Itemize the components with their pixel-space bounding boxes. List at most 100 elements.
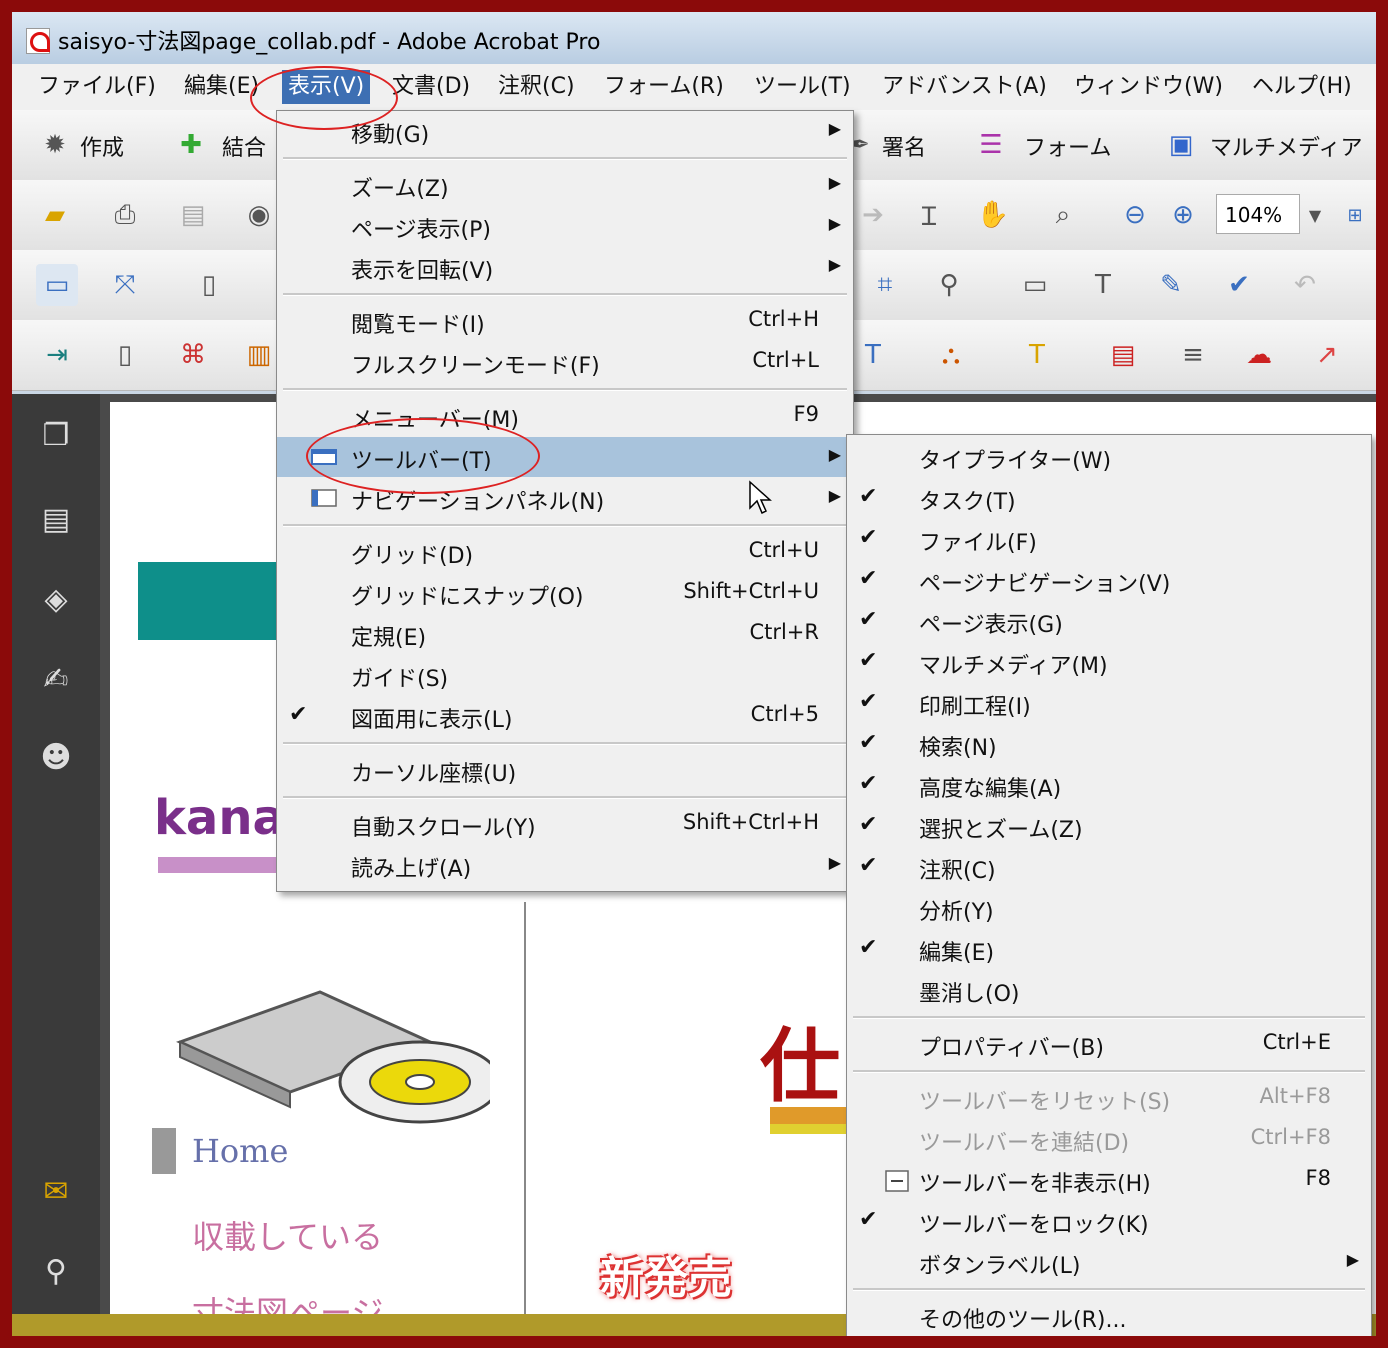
combine-button[interactable]: 結合	[222, 130, 266, 162]
open-folder-icon[interactable]: ▰	[34, 194, 76, 236]
export-icon[interactable]: ⇥	[36, 334, 78, 376]
menu-comments[interactable]: 注釈(C)	[492, 70, 581, 104]
submenu-item-print-production[interactable]: ✔ 印刷工程(I)	[847, 683, 1371, 723]
search-binoculars-icon[interactable]: ◉	[238, 194, 280, 236]
attachments-panel-icon[interactable]: ☻	[38, 740, 74, 780]
highlight-icon[interactable]: T	[1016, 334, 1058, 376]
menu-item-drawing-view[interactable]: ✔ 図面用に表示(L) Ctrl+5	[277, 696, 853, 736]
submenu-item-button-labels[interactable]: ボタンラベル(L) ▶	[847, 1242, 1371, 1282]
menu-item-reading-mode[interactable]: 閲覧モード(I) Ctrl+H	[277, 301, 853, 341]
menu-edit[interactable]: 編集(E)	[178, 70, 265, 104]
continuous-page-icon[interactable]: ▯	[188, 264, 230, 306]
zoom-out-icon[interactable]: ⊖	[1114, 194, 1156, 236]
submenu-item-select-zoom[interactable]: ✔ 選択とズーム(Z)	[847, 806, 1371, 846]
create-icon[interactable]: ✹	[34, 124, 76, 166]
menu-item-zoom[interactable]: ズーム(Z) ▶	[277, 165, 853, 205]
submenu-item-more-tools[interactable]: その他のツール(R)...	[847, 1296, 1371, 1336]
submenu-item-page-display[interactable]: ✔ ページ表示(G)	[847, 601, 1371, 641]
page-icon[interactable]: ▯	[104, 334, 146, 376]
nav-home-link[interactable]: Home	[192, 1132, 288, 1170]
multimedia-button[interactable]: マルチメディア	[1210, 130, 1362, 162]
spell-check-icon[interactable]: ✔	[1218, 264, 1260, 306]
chevron-down-icon[interactable]: ▼	[1294, 194, 1336, 236]
typewriter-icon[interactable]: T	[1082, 264, 1124, 306]
note-icon[interactable]: ≡	[1172, 334, 1214, 376]
menu-item-snap-to-grid[interactable]: グリッドにスナップ(O) Shift+Ctrl+U	[277, 573, 853, 613]
submenu-item-lock-toolbars[interactable]: ✔ ツールバーをロック(K)	[847, 1201, 1371, 1241]
arrow-icon[interactable]: ↗	[1306, 334, 1348, 376]
menu-tools[interactable]: ツール(T)	[748, 70, 857, 104]
menu-item-goto[interactable]: 移動(G) ▶	[277, 111, 853, 151]
menu-item-rulers[interactable]: 定規(E) Ctrl+R	[277, 614, 853, 654]
menu-forms[interactable]: フォーム(R)	[598, 70, 730, 104]
hide-toolbar-icon	[885, 1170, 909, 1192]
menu-item-full-screen[interactable]: フルスクリーンモード(F) Ctrl+L	[277, 342, 853, 382]
menu-item-rotate-view[interactable]: 表示を回転(V) ▶	[277, 247, 853, 287]
layers-icon[interactable]: ◈	[38, 582, 74, 622]
combine-icon[interactable]: ✚	[170, 124, 212, 166]
callout-icon[interactable]: ▤	[1102, 334, 1144, 376]
color-bars-icon[interactable]: ▥	[238, 334, 280, 376]
hand-tool-icon[interactable]: ✋	[972, 194, 1014, 236]
menu-view[interactable]: 表示(V)	[282, 70, 371, 104]
signatures-icon[interactable]: ✍	[38, 662, 74, 702]
zoom-field[interactable]: 104%	[1216, 194, 1300, 234]
undo-icon[interactable]: ↶	[1284, 264, 1326, 306]
menu-document[interactable]: 文書(D)	[386, 70, 476, 104]
submenu-item-comments[interactable]: ✔ 注釈(C)	[847, 847, 1371, 887]
menu-item-grid[interactable]: グリッド(D) Ctrl+U	[277, 532, 853, 572]
nav-link-1[interactable]: 収載している	[192, 1212, 383, 1258]
fit-page-icon[interactable]: ⤧	[104, 264, 146, 306]
stamp-icon[interactable]: ⛬	[930, 334, 972, 376]
menu-item-guides[interactable]: ガイド(S)	[277, 655, 853, 695]
crop-icon[interactable]: ⌗	[864, 264, 906, 306]
submenu-item-page-navigation[interactable]: ✔ ページナビゲーション(V)	[847, 560, 1371, 600]
menu-file[interactable]: ファイル(F)	[32, 70, 162, 104]
forms-button[interactable]: フォーム	[1024, 130, 1111, 162]
submenu-item-redaction[interactable]: 墨消し(O)	[847, 970, 1371, 1010]
menu-item-cursor-coordinates[interactable]: カーソル座標(U)	[277, 750, 853, 790]
menu-item-page-display[interactable]: ページ表示(P) ▶	[277, 206, 853, 246]
submenu-item-properties-bar[interactable]: プロパティバー(B) Ctrl+E	[847, 1024, 1371, 1064]
text-box-icon[interactable]: T	[852, 334, 894, 376]
print-icon[interactable]: ⎙	[104, 194, 146, 236]
submenu-item-advanced-editing[interactable]: ✔ 高度な編集(A)	[847, 765, 1371, 805]
submenu-item-multimedia[interactable]: ✔ マルチメディア(M)	[847, 642, 1371, 682]
forms-icon[interactable]: ☰	[970, 124, 1012, 166]
submenu-item-tasks[interactable]: ✔ タスク(T)	[847, 478, 1371, 518]
optimize-icon[interactable]: ⌘	[172, 334, 214, 376]
text-field-icon[interactable]: ▭	[1014, 264, 1056, 306]
marquee-zoom-icon[interactable]: ⌕	[1042, 194, 1084, 236]
submenu-item-reset-toolbars[interactable]: ツールバーをリセット(S) Alt+F8	[847, 1078, 1371, 1118]
menu-item-toolbars[interactable]: ツールバー(T) ▶	[277, 437, 853, 477]
paperclip-icon[interactable]: ⚲	[38, 1254, 74, 1294]
cloud-icon[interactable]: ☁	[1238, 334, 1280, 376]
actual-size-icon[interactable]: ⊞	[1334, 194, 1376, 236]
save-icon[interactable]: ▤	[172, 194, 214, 236]
menu-item-read-out-loud[interactable]: 読み上げ(A) ▶	[277, 845, 853, 885]
menu-item-menu-bar[interactable]: メニューバー(M) F9	[277, 396, 853, 436]
next-page-icon[interactable]: ➔	[852, 194, 894, 236]
submenu-item-dock-toolbars[interactable]: ツールバーを連結(D) Ctrl+F8	[847, 1119, 1371, 1159]
bookmarks-icon[interactable]: ▤	[38, 502, 74, 542]
zoom-in-icon[interactable]: ⊕	[1162, 194, 1204, 236]
submenu-item-file[interactable]: ✔ ファイル(F)	[847, 519, 1371, 559]
submenu-item-typewriter[interactable]: タイプライター(W)	[847, 437, 1371, 477]
menu-window[interactable]: ウィンドウ(W)	[1068, 70, 1229, 104]
submenu-item-hide-toolbars[interactable]: ツールバーを非表示(H) F8	[847, 1160, 1371, 1200]
create-button[interactable]: 作成	[80, 130, 124, 162]
select-tool-icon[interactable]: Ɪ	[908, 194, 950, 236]
pages-icon[interactable]: ❐	[38, 418, 74, 458]
edit-icon[interactable]: ✎	[1150, 264, 1192, 306]
comments-icon[interactable]: ✉	[38, 1174, 74, 1214]
submenu-item-analysis[interactable]: 分析(Y)	[847, 888, 1371, 928]
sign-button[interactable]: 署名	[882, 130, 926, 162]
multimedia-icon[interactable]: ▣	[1160, 124, 1202, 166]
menu-help[interactable]: ヘルプ(H)	[1246, 70, 1358, 104]
attach-icon[interactable]: ⚲	[928, 264, 970, 306]
single-page-icon[interactable]: ▭	[36, 264, 78, 306]
submenu-item-find[interactable]: ✔ 検索(N)	[847, 724, 1371, 764]
menu-item-auto-scroll[interactable]: 自動スクロール(Y) Shift+Ctrl+H	[277, 804, 853, 844]
submenu-item-edit[interactable]: ✔ 編集(E)	[847, 929, 1371, 969]
menu-advanced[interactable]: アドバンスト(A)	[876, 70, 1053, 104]
